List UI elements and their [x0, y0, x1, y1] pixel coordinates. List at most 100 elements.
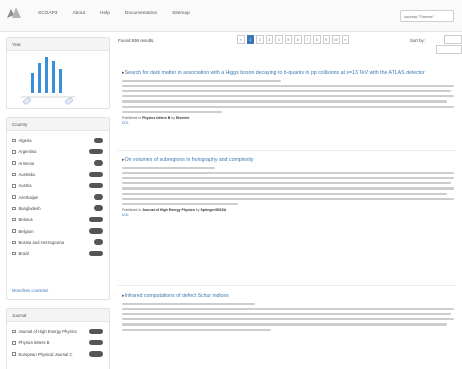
result-abstract — [122, 171, 454, 206]
count-badge — [89, 216, 103, 223]
country-item[interactable]: Australia — [12, 169, 104, 180]
journal-name: Physics letters B — [142, 115, 171, 120]
country-facet-panel: Country Algeria Argentina Armenia Austra… — [6, 117, 110, 300]
country-item[interactable]: Bosnia and Herzegovina — [12, 237, 104, 248]
nav-help[interactable]: Help — [100, 11, 110, 16]
page-button-8[interactable]: 8 — [313, 35, 321, 44]
checkbox[interactable] — [12, 206, 16, 211]
result-authors — [122, 166, 454, 169]
country-item[interactable]: Belarus — [12, 214, 104, 225]
country-item[interactable]: Belgium — [12, 225, 104, 236]
page-button-10[interactable]: 10 — [332, 35, 340, 44]
result-divider — [118, 285, 456, 286]
country-list: Algeria Argentina Armenia Australia Aust… — [7, 131, 109, 259]
sort-direction-select[interactable] — [436, 45, 462, 54]
result-abstract — [122, 307, 454, 331]
result-doi-link[interactable]: DOI: — [122, 121, 454, 126]
journal-item[interactable]: Physics letters B — [12, 337, 104, 348]
scoap3-logo-icon[interactable] — [6, 6, 22, 20]
result-title-link[interactable]: Search for dark matter in association wi… — [122, 70, 454, 77]
country-label: Argentina — [18, 149, 37, 155]
page-button-1[interactable]: 1 — [246, 35, 254, 44]
journal-item[interactable]: European Physical Journal C — [12, 349, 104, 360]
checkbox[interactable] — [12, 217, 16, 222]
country-item[interactable]: Austria — [12, 180, 104, 191]
country-item[interactable]: Algeria — [12, 135, 104, 146]
country-label: Algeria — [18, 138, 32, 144]
checkbox[interactable] — [12, 161, 16, 165]
count-badge — [89, 171, 103, 178]
count-badge — [94, 137, 103, 144]
count-badge — [94, 194, 103, 200]
checkbox[interactable] — [12, 184, 16, 188]
country-label: Azerbaijan — [18, 194, 39, 200]
checkbox[interactable] — [12, 150, 16, 154]
search-result: Infrared computations of defect Schur in… — [122, 293, 454, 334]
checkbox[interactable] — [12, 138, 16, 143]
result-title-link[interactable]: On volumes of subregions in holography a… — [122, 157, 454, 164]
search-result: On volumes of subregions in holography a… — [122, 157, 454, 217]
journal-list: Journal of High Energy Physics Physics l… — [7, 322, 109, 360]
page-next-button[interactable]: » — [341, 35, 349, 44]
checkbox[interactable] — [12, 172, 16, 177]
checkbox[interactable] — [12, 229, 16, 233]
checkbox[interactable] — [12, 329, 16, 334]
range-handle-right-icon — [65, 97, 73, 105]
publisher-name: Elsevier — [175, 115, 190, 120]
more-countries-link[interactable]: More/less countries — [12, 288, 48, 293]
checkbox[interactable] — [12, 240, 16, 245]
page-button-9[interactable]: 9 — [322, 35, 330, 44]
checkbox[interactable] — [12, 251, 16, 256]
country-label: Armenia — [18, 160, 35, 166]
country-label: Belgium — [18, 228, 34, 234]
country-panel-title: Country — [7, 118, 109, 131]
doi-prefix: DOI: — [122, 120, 129, 125]
page-button-3[interactable]: 3 — [265, 35, 273, 44]
count-badge — [94, 205, 103, 211]
sort-by-label: Sort by: — [410, 38, 425, 43]
histogram-bar — [52, 61, 55, 93]
nav-about[interactable]: About — [72, 11, 85, 16]
nav-scoap3[interactable]: SCOAP3 — [38, 11, 57, 16]
count-badge — [89, 182, 103, 189]
result-authors — [122, 302, 454, 305]
page-button-4[interactable]: 4 — [275, 35, 283, 44]
histogram-bar — [38, 63, 41, 93]
page-button-5[interactable]: 5 — [284, 35, 292, 44]
count-badge — [89, 339, 103, 346]
pagination: « 1 2 3 4 5 6 7 8 9 10 » — [237, 35, 349, 44]
year-histogram[interactable] — [7, 51, 109, 107]
year-panel-title: Year — [7, 38, 109, 51]
country-item[interactable]: Azerbaijan — [12, 191, 104, 202]
page-button-7[interactable]: 7 — [303, 35, 311, 44]
checkbox[interactable] — [12, 195, 16, 199]
page-button-6[interactable]: 6 — [294, 35, 302, 44]
search-result: Search for dark matter in association wi… — [122, 70, 454, 125]
result-title-link[interactable]: Infrared computations of defect Schur in… — [122, 293, 454, 300]
publisher-prefix: by — [171, 115, 175, 120]
journal-item[interactable]: Journal of High Energy Physics — [12, 326, 104, 337]
result-doi-link[interactable]: DOI: — [122, 213, 454, 218]
range-handle-left-icon — [23, 97, 31, 105]
nav-documentation[interactable]: Documentation — [125, 11, 157, 16]
country-item[interactable]: Armenia — [12, 158, 104, 169]
page-button-2[interactable]: 2 — [256, 35, 264, 44]
year-facet-panel: Year — [6, 37, 110, 109]
count-badge — [94, 239, 103, 245]
published-prefix: Published in — [122, 208, 142, 213]
search-input[interactable] — [400, 10, 454, 22]
results-count: Found 936 results. — [118, 38, 155, 43]
country-item[interactable]: Bangladesh — [12, 203, 104, 214]
published-prefix: Published in — [122, 115, 142, 120]
publisher-name: Springer/SISSA — [200, 208, 227, 213]
journal-name: Journal of High Energy Physics — [142, 208, 195, 213]
doi-prefix: DOI: — [122, 212, 129, 217]
country-item[interactable]: Argentina — [12, 146, 104, 157]
sort-by-select[interactable] — [444, 35, 462, 44]
checkbox[interactable] — [12, 341, 16, 345]
nav-sitemap[interactable]: Sitemap — [172, 11, 190, 16]
country-label: Bangladesh — [18, 205, 41, 211]
checkbox[interactable] — [12, 352, 16, 356]
country-item[interactable]: Brazil — [12, 248, 104, 259]
page-prev-button[interactable]: « — [237, 35, 245, 44]
